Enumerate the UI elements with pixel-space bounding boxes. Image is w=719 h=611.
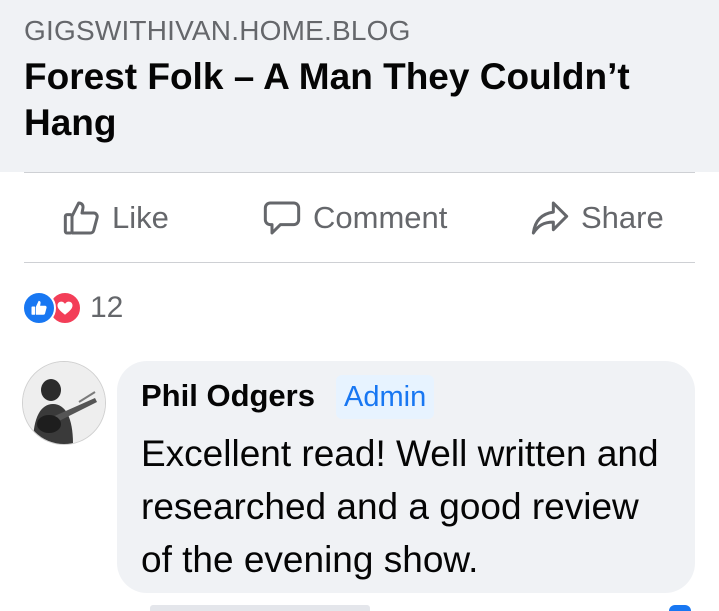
comment-bubble: Phil Odgers Admin Excellent read! Well w… xyxy=(117,361,695,593)
like-button[interactable]: Like xyxy=(62,174,169,262)
next-row-peek xyxy=(150,605,370,611)
share-label: Share xyxy=(581,200,664,235)
admin-badge: Admin xyxy=(336,375,435,419)
divider xyxy=(24,172,695,173)
thumbs-up-icon xyxy=(62,198,102,238)
link-title[interactable]: Forest Folk – A Man They Couldn’t Hang xyxy=(24,54,704,146)
share-arrow-icon xyxy=(529,198,571,238)
comment-author[interactable]: Phil Odgers xyxy=(141,378,315,414)
share-button[interactable]: Share xyxy=(529,174,664,262)
divider xyxy=(24,262,695,263)
comment-button[interactable]: Comment xyxy=(261,174,447,262)
comment-text: Excellent read! Well written and researc… xyxy=(141,433,659,580)
post-action-bar: Like Comment Share xyxy=(0,174,719,262)
link-domain: GIGSWITHIVAN.HOME.BLOG xyxy=(24,15,411,46)
like-reaction-icon xyxy=(22,291,56,325)
like-label: Like xyxy=(112,200,169,235)
avatar[interactable] xyxy=(22,361,106,445)
reaction-count: 12 xyxy=(90,291,124,324)
comment-label: Comment xyxy=(313,200,448,235)
reactions-summary[interactable]: 12 xyxy=(22,290,123,326)
reaction-peek-icon xyxy=(669,605,691,611)
link-preview-card[interactable]: GIGSWITHIVAN.HOME.BLOG Forest Folk – A M… xyxy=(0,0,719,172)
comment-bubble-icon xyxy=(261,198,303,238)
